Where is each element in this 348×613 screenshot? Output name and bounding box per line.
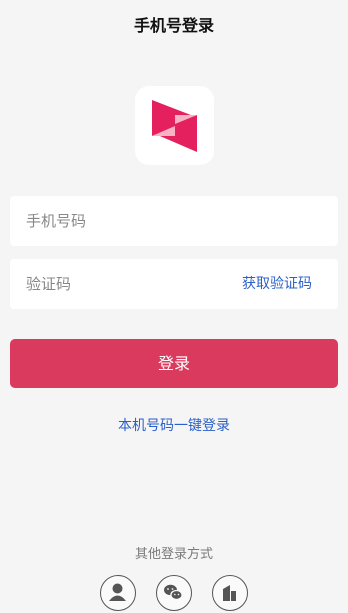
account-login-button[interactable] xyxy=(100,575,136,611)
enterprise-login-button[interactable] xyxy=(212,575,248,611)
person-icon xyxy=(109,583,126,601)
login-button[interactable]: 登录 xyxy=(10,339,338,388)
bowtie-play-logo-icon xyxy=(152,100,197,152)
page-title: 手机号登录 xyxy=(133,16,214,35)
get-code-button[interactable]: 获取验证码 xyxy=(242,259,312,309)
phone-input[interactable] xyxy=(26,196,322,246)
wechat-icon xyxy=(164,584,183,601)
building-icon xyxy=(223,585,236,601)
verification-code-input[interactable] xyxy=(26,259,226,309)
code-field: 获取验证码 xyxy=(10,259,338,309)
wechat-login-button[interactable] xyxy=(156,575,192,611)
app-logo xyxy=(135,86,214,165)
one-click-login-link[interactable]: 本机号码一键登录 xyxy=(0,416,348,436)
login-page: 手机号登录 获取验证码 登录 本机号码一键登录 其他登录方式 xyxy=(0,0,348,613)
phone-field xyxy=(10,196,338,246)
other-login-label: 其他登录方式 xyxy=(134,547,213,562)
